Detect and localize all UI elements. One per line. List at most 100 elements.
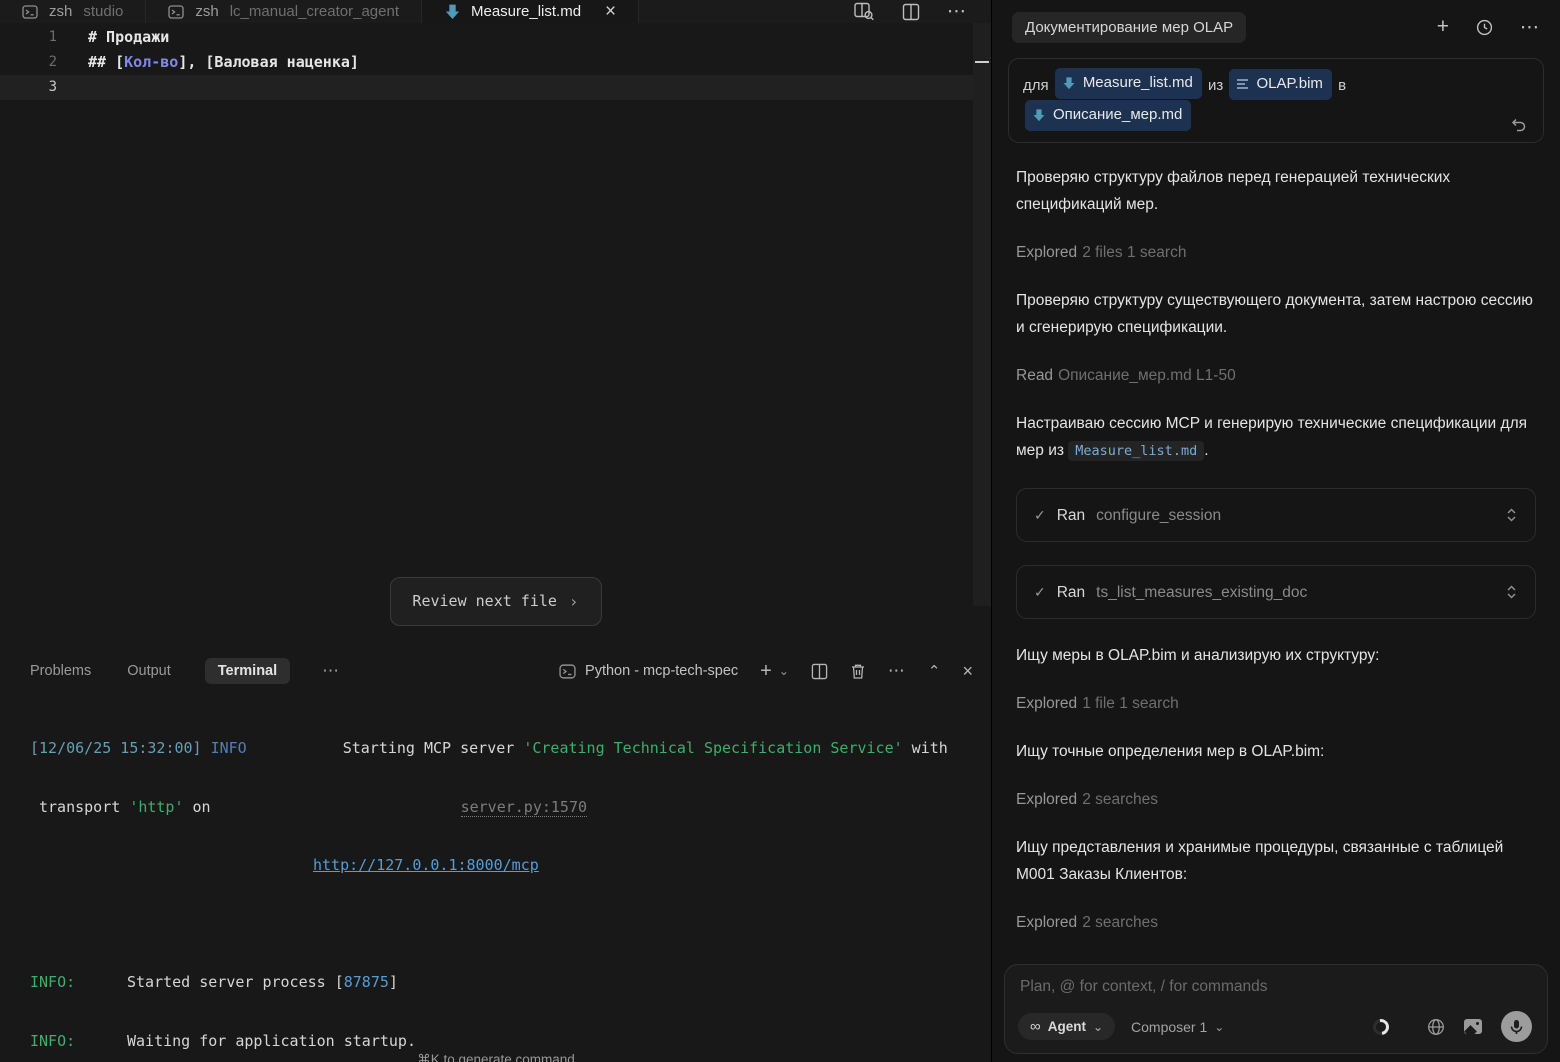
tool-call-configure-session[interactable]: ✓ Ran configure_session	[1016, 488, 1536, 542]
more-actions-icon[interactable]: ⋯	[947, 0, 967, 23]
history-icon[interactable]	[1476, 19, 1493, 36]
line-number: 3	[48, 79, 57, 95]
code-line: 2 ## [Кол-во], [Валовая наценка]	[0, 50, 991, 75]
app-window: zsh studio zsh lc_manual_creator_agent M…	[0, 0, 1560, 1062]
open-preview-icon[interactable]	[854, 2, 875, 21]
tool-status-line[interactable]: Read Описание_мер.md L1-50	[1016, 362, 1536, 389]
microphone-button[interactable]	[1501, 1011, 1532, 1042]
inline-code: Measure_list.md	[1068, 441, 1205, 461]
tab-problems[interactable]: Problems	[28, 658, 93, 684]
markdown-file-icon	[1062, 76, 1076, 90]
chat-header: Документирование мер OLAP + ⋯	[992, 0, 1560, 54]
input-action-icons	[1369, 1011, 1532, 1042]
panel-close-icon[interactable]: ×	[962, 661, 973, 682]
context-file-pill[interactable]: OLAP.bim	[1229, 69, 1332, 100]
chat-input-box[interactable]: ∞ Agent ⌄ Composer 1 ⌄	[1004, 964, 1548, 1054]
code-text: ## [Кол-во], [Валовая наценка]	[88, 53, 359, 71]
chevron-down-icon: ⌄	[1092, 1019, 1104, 1034]
line-number: 1	[48, 29, 57, 45]
generate-command-hint: ⌘K to generate command	[417, 1052, 575, 1062]
loading-spinner-icon	[1369, 1015, 1393, 1038]
assistant-message: Проверяю структуру существующего докумен…	[1016, 292, 1533, 336]
line-number: 2	[48, 54, 57, 70]
panel-maximize-icon[interactable]: ⌃	[928, 662, 941, 680]
close-icon[interactable]: ×	[605, 2, 616, 21]
panel-more-icon[interactable]: ⋯	[322, 661, 340, 681]
new-terminal-button[interactable]: + ⌄	[760, 660, 789, 683]
tab-label: Measure_list.md	[471, 3, 582, 20]
tool-status-line[interactable]: Explored 1 file 1 search	[1016, 690, 1536, 717]
tab-label: studio	[83, 3, 124, 20]
chat-input-toolbar: ∞ Agent ⌄ Composer 1 ⌄	[1018, 1011, 1532, 1042]
markdown-file-icon	[1032, 108, 1046, 122]
editor-tab-bar: zsh studio zsh lc_manual_creator_agent M…	[0, 0, 991, 23]
panel-more-icon[interactable]: ⋯	[888, 661, 906, 681]
terminal-icon	[22, 4, 38, 20]
terminal-output[interactable]: [12/06/25 15:32:00] INFO Starting MCP serv…	[0, 684, 991, 1062]
editor-scrollbar[interactable]	[973, 23, 991, 606]
web-icon[interactable]	[1427, 1018, 1445, 1036]
assistant-message: Настраиваю сессию MCP и генерирую технич…	[1016, 415, 1528, 461]
split-terminal-icon[interactable]	[811, 663, 828, 680]
split-editor-icon[interactable]	[902, 3, 920, 21]
expand-icon[interactable]	[1505, 507, 1518, 523]
chat-messages[interactable]: Проверяю структуру файлов перед генераци…	[992, 143, 1560, 1062]
tool-status-line[interactable]: Explored 2 searches	[1016, 786, 1536, 813]
assistant-message: Ищу меры в OLAP.bim и анализирую их стру…	[1016, 647, 1380, 664]
assistant-message: Ищу представления и хранимые процедуры, …	[1016, 839, 1504, 883]
terminal-icon	[559, 663, 576, 680]
check-icon: ✓	[1034, 506, 1046, 523]
list-file-icon	[1236, 78, 1249, 90]
new-chat-icon[interactable]: +	[1437, 15, 1449, 39]
agent-mode-dropdown[interactable]: ∞ Agent ⌄	[1018, 1013, 1116, 1040]
tool-call-ts-list-measures[interactable]: ✓ Ran ts_list_measures_existing_doc	[1016, 565, 1536, 619]
chat-more-icon[interactable]: ⋯	[1520, 16, 1540, 39]
chevron-down-icon: ⌄	[778, 664, 789, 678]
infinity-icon: ∞	[1030, 1018, 1041, 1035]
tab-zsh-lc-manual-creator-agent[interactable]: zsh lc_manual_creator_agent	[146, 0, 422, 23]
chat-context-message[interactable]: для Measure_list.md из OLAP.bim в Описан…	[1008, 58, 1544, 143]
context-file-pill[interactable]: Описание_мер.md	[1025, 100, 1192, 131]
tab-label: lc_manual_creator_agent	[229, 3, 399, 20]
tab-measure-list-md[interactable]: Measure_list.md ×	[422, 0, 640, 23]
assistant-message: Проверяю структуру файлов перед генераци…	[1016, 169, 1451, 213]
undo-icon[interactable]	[1509, 116, 1527, 132]
composer-dropdown[interactable]: Composer 1 ⌄	[1131, 1019, 1224, 1035]
tab-shell-label: zsh	[49, 3, 73, 20]
log-line: [12/06/25 15:32:00] INFO Starting MCP serv…	[30, 739, 948, 757]
mcp-url-link[interactable]: http://127.0.0.1:8000/mcp	[313, 856, 539, 874]
tab-terminal[interactable]: Terminal	[204, 658, 291, 684]
kill-terminal-icon[interactable]	[850, 663, 866, 680]
tool-status-line[interactable]: Explored 2 files 1 search	[1016, 239, 1536, 266]
context-file-pill[interactable]: Measure_list.md	[1054, 68, 1202, 99]
plus-icon: +	[760, 659, 772, 682]
editor-column: zsh studio zsh lc_manual_creator_agent M…	[0, 0, 992, 1062]
image-attach-icon[interactable]	[1464, 1019, 1482, 1034]
chat-title-tab[interactable]: Документирование мер OLAP	[1012, 11, 1247, 43]
log-line: http://127.0.0.1:8000/mcp	[30, 856, 991, 876]
terminal-controls: Python - mcp-tech-spec + ⌄ ⋯ ⌃ ×	[559, 660, 973, 683]
bottom-panel-tab-bar: Problems Output Terminal ⋯ Python - mcp-…	[0, 658, 991, 684]
log-line: INFO: Started server process [87875]	[30, 973, 398, 991]
tab-shell-label: zsh	[195, 3, 219, 20]
code-text: # Продажи	[88, 28, 170, 46]
code-editor[interactable]: 1 # Продажи 2 ## [Кол-во], [Валовая наце…	[0, 23, 991, 658]
review-next-file-button[interactable]: Review next file ›	[389, 577, 602, 626]
scrollbar-cursor-marker	[975, 61, 989, 63]
code-line: 1 # Продажи	[0, 25, 991, 50]
code-line-current: 3	[0, 75, 991, 100]
log-line: transport 'http' on server.py:1570	[39, 797, 588, 817]
chat-input[interactable]	[1020, 978, 1532, 996]
tab-zsh-studio[interactable]: zsh studio	[0, 0, 147, 23]
chevron-down-icon: ⌄	[1214, 1019, 1225, 1034]
chat-header-icons: + ⋯	[1437, 15, 1540, 39]
chat-panel: Документирование мер OLAP + ⋯ для Measur…	[992, 0, 1560, 1062]
terminal-icon	[168, 4, 185, 20]
log-line: INFO: Waiting for application startup.	[30, 1031, 416, 1050]
tool-status-line[interactable]: Explored 2 searches	[1016, 909, 1536, 936]
expand-icon[interactable]	[1505, 584, 1518, 600]
tab-output[interactable]: Output	[125, 658, 173, 684]
terminal-session[interactable]: Python - mcp-tech-spec	[559, 663, 738, 680]
markdown-file-icon	[444, 3, 461, 20]
